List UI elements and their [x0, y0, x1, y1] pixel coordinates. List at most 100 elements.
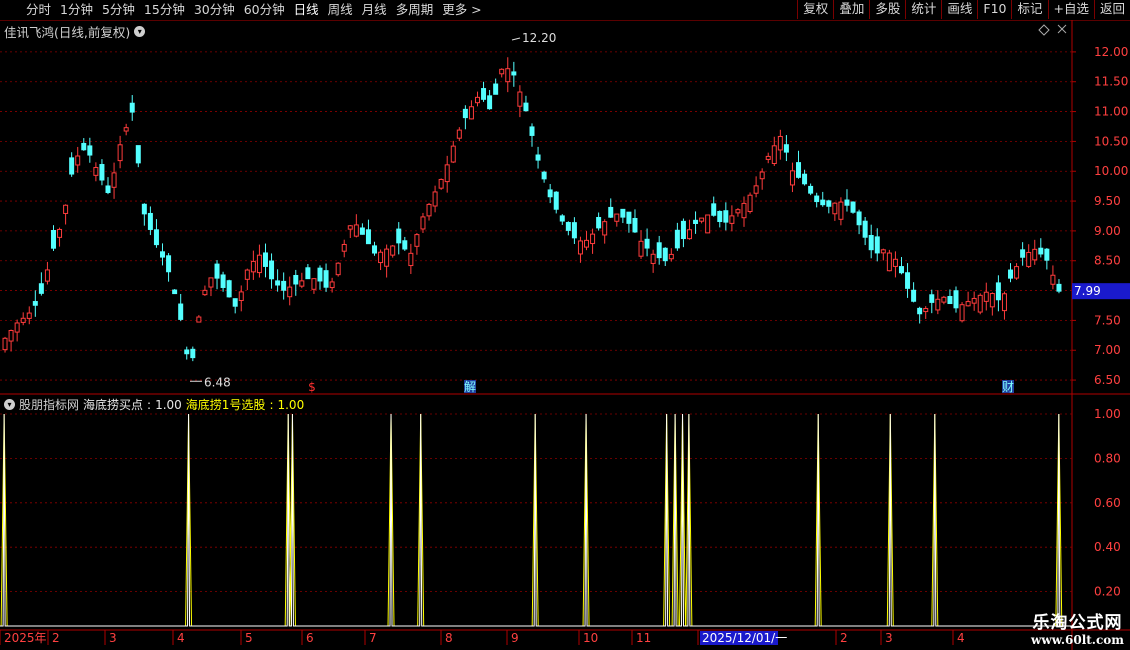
candle-body: [172, 289, 178, 295]
candle: [977, 293, 983, 315]
candle-body: [396, 228, 402, 244]
price-tick-label: 9.50: [1094, 194, 1121, 208]
candle-body: [275, 280, 281, 286]
candle-body: [989, 293, 995, 308]
candle: [396, 222, 402, 255]
candle: [1020, 242, 1026, 266]
time-axis-label: 3: [885, 631, 893, 645]
candle: [75, 146, 81, 173]
candle: [32, 290, 38, 317]
candle-body: [523, 102, 529, 112]
candle: [44, 261, 50, 285]
candle-body: [81, 142, 87, 151]
candle-body: [481, 88, 487, 100]
candle: [408, 243, 414, 274]
candle-body: [547, 189, 553, 198]
candle: [832, 202, 838, 221]
candle-body: [608, 206, 614, 218]
event-marker-label: $: [308, 380, 316, 394]
candle-body: [8, 329, 14, 342]
candle: [390, 244, 396, 258]
candle: [965, 291, 971, 307]
candle: [511, 61, 517, 87]
candle-body: [765, 155, 771, 160]
candle-body: [14, 322, 20, 333]
candle: [214, 260, 220, 290]
candle-body: [160, 251, 166, 258]
candle: [178, 293, 184, 322]
candle-body: [747, 194, 753, 213]
current-price-label: 7.99: [1074, 284, 1101, 298]
candle: [541, 170, 547, 183]
candle: [729, 205, 735, 232]
candle: [802, 169, 808, 186]
candle: [123, 123, 129, 136]
candle-body: [656, 242, 662, 259]
price-tick-label: 9.00: [1094, 224, 1121, 238]
pick-label: 海底捞1号选股: [185, 398, 266, 412]
candle-body: [390, 245, 396, 256]
candle: [293, 269, 299, 296]
candle: [935, 290, 941, 315]
high-pointer: [511, 37, 521, 41]
indicator-name: 股朋指标网: [19, 398, 80, 412]
candle: [717, 210, 723, 228]
candle: [693, 211, 699, 234]
candle-body: [699, 217, 705, 222]
candle: [20, 312, 26, 326]
candle-body: [1026, 251, 1032, 267]
candle-body: [69, 157, 75, 175]
candle: [244, 268, 250, 291]
candle-body: [511, 71, 517, 76]
candle: [753, 176, 759, 198]
candle-body: [293, 274, 299, 285]
candle: [299, 272, 305, 289]
candle: [153, 219, 159, 248]
candle: [402, 236, 408, 251]
candle-body: [886, 252, 892, 272]
close-icon: [1057, 24, 1067, 34]
candle: [747, 192, 753, 214]
candle: [226, 279, 232, 298]
candle: [208, 277, 214, 297]
candle-body: [662, 247, 668, 262]
price-tick-label: 8.50: [1094, 254, 1121, 268]
kline-chart[interactable]: 12.0011.5011.0010.5010.009.509.008.508.0…: [0, 0, 1130, 650]
candle: [262, 243, 268, 278]
candle-body: [1044, 248, 1050, 261]
candle: [305, 264, 311, 280]
chevron-down-icon[interactable]: ▾: [4, 399, 15, 410]
candle-body: [832, 202, 838, 215]
candle-body: [959, 304, 965, 322]
candle: [323, 263, 329, 292]
candle: [808, 183, 814, 196]
candle: [1014, 263, 1020, 280]
candle: [281, 272, 287, 300]
candle-body: [868, 234, 874, 251]
candle: [826, 199, 832, 214]
candle: [378, 249, 384, 271]
candle-body: [753, 185, 759, 194]
candle: [184, 346, 190, 360]
candle-body: [941, 296, 947, 303]
candle-body: [444, 164, 450, 183]
candle-body: [335, 262, 341, 276]
candle-body: [75, 155, 81, 166]
candle: [420, 212, 426, 233]
price-tick-label: 11.50: [1094, 75, 1128, 89]
candle-body: [244, 269, 250, 280]
candle: [608, 198, 614, 218]
candle: [820, 191, 826, 207]
candle: [505, 57, 511, 93]
candle-body: [735, 209, 741, 214]
candle: [680, 218, 686, 248]
candle: [160, 243, 166, 266]
candle: [650, 249, 656, 273]
candle-body: [341, 243, 347, 252]
candle: [989, 292, 995, 316]
candle-body: [269, 260, 275, 280]
time-axis-label: 5: [245, 631, 253, 645]
candle-body: [256, 254, 262, 274]
candle-body: [983, 291, 989, 302]
candle: [14, 319, 20, 342]
